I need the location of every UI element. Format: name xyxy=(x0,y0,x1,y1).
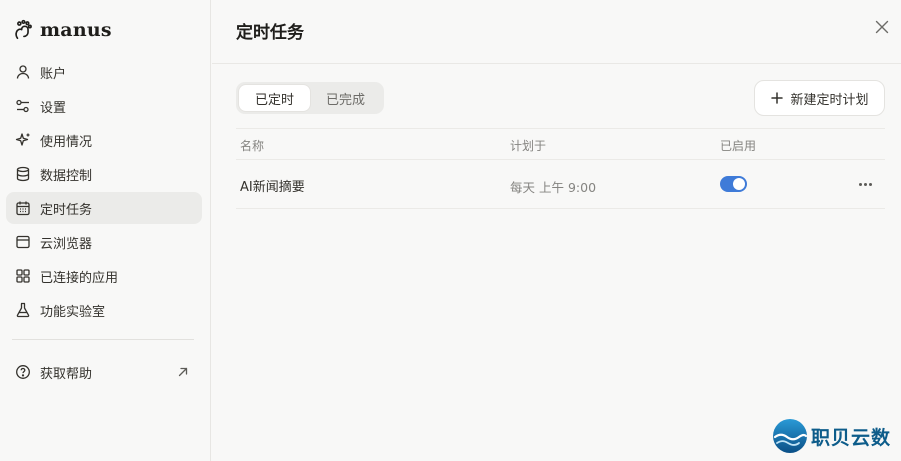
tab-completed[interactable]: 已完成 xyxy=(310,85,381,111)
page-title: 定时任务 xyxy=(236,23,304,43)
database-icon xyxy=(15,166,31,182)
watermark-text: 职贝云数 xyxy=(811,426,892,449)
column-header-enabled: 已启用 xyxy=(720,139,757,153)
task-schedule: 每天 上午 9:00 xyxy=(510,180,597,195)
scheduled-tasks-table: 名称 计划于 已启用 AI新闻摘要 每天 上午 9:00 xyxy=(236,128,885,209)
close-icon[interactable] xyxy=(873,18,891,36)
sidebar-item-data-control[interactable]: 数据控制 xyxy=(6,158,202,190)
table-row[interactable]: AI新闻摘要 每天 上午 9:00 xyxy=(236,160,885,209)
apps-grid-icon xyxy=(15,268,31,284)
plus-icon xyxy=(770,91,784,105)
sidebar-item-account[interactable]: 账户 xyxy=(6,56,202,88)
new-schedule-button[interactable]: 新建定时计划 xyxy=(754,80,885,116)
sidebar-item-label: 数据控制 xyxy=(40,168,93,184)
brand-name: manus xyxy=(40,19,112,41)
sidebar-item-label: 使用情况 xyxy=(40,134,93,150)
sidebar-item-settings[interactable]: 设置 xyxy=(6,90,202,122)
task-name: AI新闻摘要 xyxy=(240,180,305,195)
toggle-knob xyxy=(733,178,745,190)
sparkle-icon xyxy=(15,132,31,148)
sidebar-item-label: 功能实验室 xyxy=(40,304,106,320)
sidebar-item-label: 云浏览器 xyxy=(40,236,93,252)
sidebar-divider xyxy=(12,339,194,340)
sidebar-item-feature-lab[interactable]: 功能实验室 xyxy=(6,294,202,326)
sidebar-item-connected-apps[interactable]: 已连接的应用 xyxy=(6,260,202,292)
manus-logo-icon xyxy=(12,19,34,41)
sidebar: manus 账户 设置 使用情况 数据控制 定时任务 云浏览器 已连接的应用 功… xyxy=(0,0,211,461)
sidebar-item-usage[interactable]: 使用情况 xyxy=(6,124,202,156)
task-tabs: 已定时 已完成 xyxy=(236,82,384,114)
sliders-icon xyxy=(15,98,31,114)
sidebar-item-label: 设置 xyxy=(40,100,67,116)
sidebar-item-scheduled-tasks[interactable]: 定时任务 xyxy=(6,192,202,224)
main-header: 定时任务 xyxy=(212,0,901,64)
sidebar-item-get-help[interactable]: 获取帮助 xyxy=(6,356,196,388)
sidebar-item-label: 账户 xyxy=(40,66,67,82)
main-panel: 定时任务 已定时 已完成 新建定时计划 名称 计划于 已启用 AI新闻摘要 每天… xyxy=(212,0,901,461)
browser-window-icon xyxy=(15,234,31,250)
table-header: 名称 计划于 已启用 xyxy=(236,128,885,160)
sidebar-item-cloud-browser[interactable]: 云浏览器 xyxy=(6,226,202,258)
sidebar-item-label: 定时任务 xyxy=(40,202,93,218)
column-header-name: 名称 xyxy=(240,139,265,153)
watermark-logo-icon xyxy=(772,418,808,454)
new-schedule-label: 新建定时计划 xyxy=(790,92,869,108)
sidebar-item-label: 已连接的应用 xyxy=(40,270,119,286)
calendar-icon xyxy=(15,200,31,216)
brand: manus xyxy=(12,16,112,44)
sidebar-nav: 账户 设置 使用情况 数据控制 定时任务 云浏览器 已连接的应用 功能实验室 xyxy=(6,56,202,328)
more-options-icon[interactable] xyxy=(855,176,875,192)
user-icon xyxy=(15,64,31,80)
question-circle-icon xyxy=(15,364,31,380)
column-header-plan: 计划于 xyxy=(510,139,547,153)
watermark: 职贝云数 xyxy=(772,417,891,455)
external-link-icon xyxy=(176,365,190,379)
settings-window: manus 账户 设置 使用情况 数据控制 定时任务 云浏览器 已连接的应用 功… xyxy=(0,0,901,461)
flask-icon xyxy=(15,302,31,318)
tab-scheduled[interactable]: 已定时 xyxy=(239,85,310,111)
enabled-toggle[interactable] xyxy=(720,176,747,192)
sidebar-item-label: 获取帮助 xyxy=(40,366,93,382)
